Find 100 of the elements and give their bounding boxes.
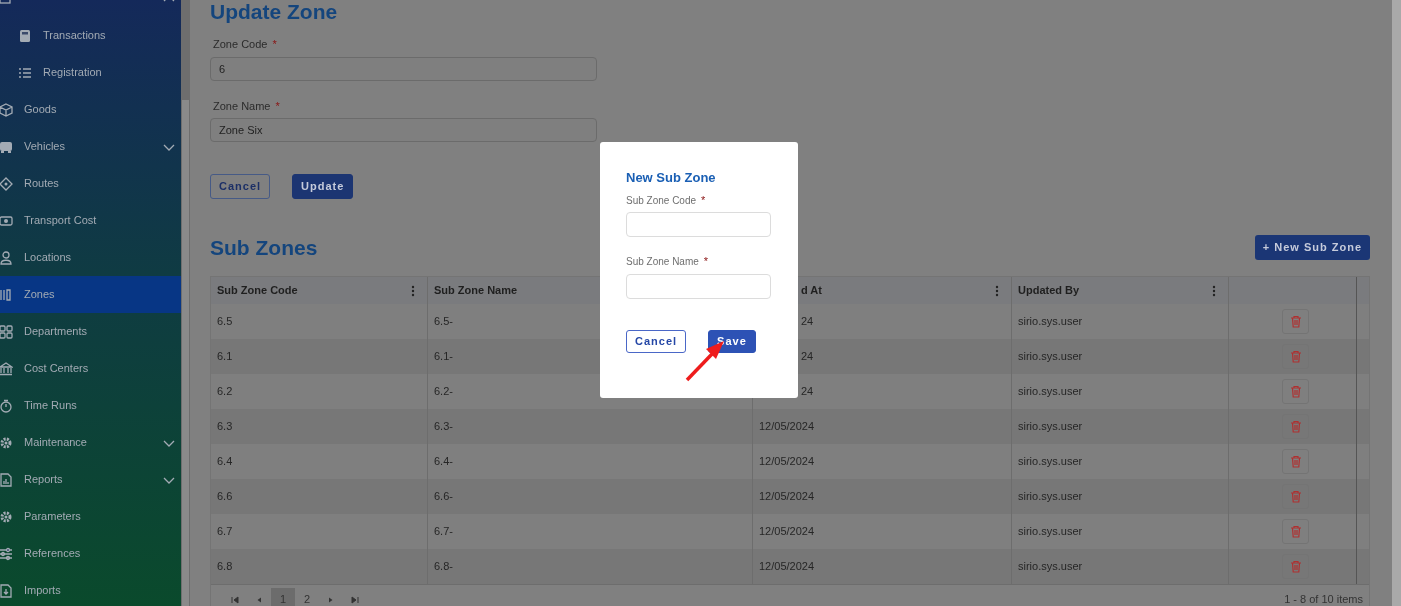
file-icon: [0, 583, 13, 598]
delete-button[interactable]: [1282, 519, 1309, 544]
box-icon: [0, 102, 13, 117]
new-sub-zone-button[interactable]: + New Sub Zone: [1254, 235, 1370, 260]
cancel-button[interactable]: Cancel: [210, 174, 271, 199]
table-cell-text: 12/05/2024: [759, 489, 815, 505]
cancel-button[interactable]: Cancel: [626, 329, 687, 353]
sliders-icon: [0, 546, 13, 561]
required-asterisk: *: [703, 255, 709, 268]
required-asterisk: *: [275, 99, 280, 112]
scrollbar-thumb[interactable]: [182, 100, 189, 606]
trash-icon: [1289, 455, 1302, 468]
trash-icon: [1289, 560, 1302, 573]
last-page-icon: [351, 595, 359, 604]
sidebar-item[interactable]: Transactions: [0, 17, 181, 54]
calculator-icon: [18, 28, 32, 43]
sidebar-item[interactable]: Imports: [0, 572, 181, 606]
column-header: d At: [801, 283, 822, 299]
column-menu-icon[interactable]: [995, 284, 999, 297]
scrollbar[interactable]: [1392, 0, 1401, 606]
table-cell-text: sirio.sys.user: [1018, 524, 1083, 540]
table-cell-text: sirio.sys.user: [1018, 489, 1083, 505]
bus-icon: [0, 139, 13, 154]
sidebar-item[interactable]: Vehicles: [0, 128, 181, 165]
sidebar-item[interactable]: Goods: [0, 91, 181, 128]
table-cell-text: 6.1-: [434, 349, 453, 365]
table-cell-text: 6.1: [217, 349, 233, 365]
trash-icon: [1289, 420, 1302, 433]
table-cell-text: sirio.sys.user: [1018, 559, 1083, 575]
sidebar-item[interactable]: Maintenance: [0, 424, 181, 461]
column-menu-icon[interactable]: [1212, 284, 1216, 297]
field-label: Zone Name: [213, 99, 271, 112]
table-cell-text: sirio.sys.user: [1018, 419, 1083, 435]
table-cell-text: 12/05/2024: [759, 524, 815, 540]
list-icon: [18, 65, 32, 80]
text-field[interactable]: 6: [210, 56, 597, 81]
pagination-summary: 1 - 8 of 10 items: [1284, 592, 1363, 606]
table-cell-text: 24: [801, 384, 814, 400]
table-cell-text: 6.6: [217, 489, 233, 505]
trash-icon: [1289, 385, 1302, 398]
field-label: Sub Zone Code: [626, 194, 697, 206]
column-header: Sub Zone Code: [217, 283, 298, 299]
delete-button[interactable]: [1282, 379, 1309, 404]
sidebar-item[interactable]: Registration: [0, 54, 181, 91]
update-button[interactable]: Update: [292, 174, 354, 199]
sidebar-item[interactable]: Departments: [0, 313, 181, 350]
table-cell-text: 6.3-: [434, 419, 453, 435]
table-cell-text: 6.8-: [434, 559, 453, 575]
column-menu-icon[interactable]: [411, 284, 415, 297]
column-header: Updated By: [1018, 283, 1080, 299]
text-field[interactable]: Zone Six: [210, 118, 597, 142]
diamond-icon: [0, 176, 13, 191]
table-cell-text: 12/05/2024: [759, 419, 815, 435]
trash-icon: [1289, 525, 1302, 538]
first-page-icon: [231, 595, 239, 604]
sidebar-item[interactable]: Parameters: [0, 498, 181, 535]
gear-icon: [0, 509, 13, 524]
table-cell-text: 6.4-: [434, 454, 453, 470]
table-cell-text: sirio.sys.user: [1018, 314, 1083, 330]
field-label: Zone Code: [213, 38, 268, 50]
sidebar-item[interactable]: References: [0, 535, 181, 572]
section-title: Sub Zones: [210, 235, 318, 260]
table-cell-text: sirio.sys.user: [1018, 454, 1083, 470]
column-header: Sub Zone Name: [434, 283, 518, 299]
sidebar-item[interactable]: Zones: [0, 276, 181, 313]
trash-icon: [1289, 490, 1302, 503]
banknote-icon: [0, 213, 13, 228]
table-cell-text: 6.7: [217, 524, 233, 540]
required-asterisk: *: [701, 193, 706, 206]
required-asterisk: *: [272, 38, 277, 50]
table-cell-text: 6.3: [217, 419, 233, 435]
table-cell-text: 6.4: [217, 454, 233, 470]
sidebar-item[interactable]: Cost Centers: [0, 350, 181, 387]
table-cell-text: 6.2: [217, 384, 233, 400]
delete-button[interactable]: [1282, 309, 1309, 334]
table-cell-text: 12/05/2024: [759, 559, 815, 575]
sidebar-item[interactable]: Reports: [0, 461, 181, 498]
page-button[interactable]: 2: [295, 587, 319, 606]
modal-title: New Sub Zone: [626, 170, 717, 186]
table-cell-text: 12/05/2024: [759, 454, 815, 470]
table-cell-text: 6.5: [217, 314, 233, 330]
sidebar-item[interactable]: Routes: [0, 165, 181, 202]
stopwatch-icon: [0, 398, 13, 413]
sidebar-item[interactable]: Locations: [0, 239, 181, 276]
person-icon: [0, 250, 13, 265]
field-label: Sub Zone Name: [626, 256, 699, 268]
delete-button[interactable]: [1282, 449, 1309, 474]
text-field[interactable]: [626, 273, 771, 299]
columns-icon: [0, 287, 13, 302]
previous-page-icon: [255, 595, 263, 604]
text-field[interactable]: [626, 212, 771, 238]
table-cell-text: 6.2-: [434, 384, 453, 400]
table-cell-text: 6.5-: [434, 314, 453, 330]
grid-icon: [0, 324, 13, 339]
sidebar-item[interactable]: Transport Cost: [0, 202, 181, 239]
next-page-icon: [327, 595, 335, 604]
table-cell-text: 6.7-: [434, 524, 453, 540]
gear-icon: [0, 435, 13, 450]
sidebar-item[interactable]: Time Runs: [0, 387, 181, 424]
trash-icon: [1289, 350, 1302, 363]
